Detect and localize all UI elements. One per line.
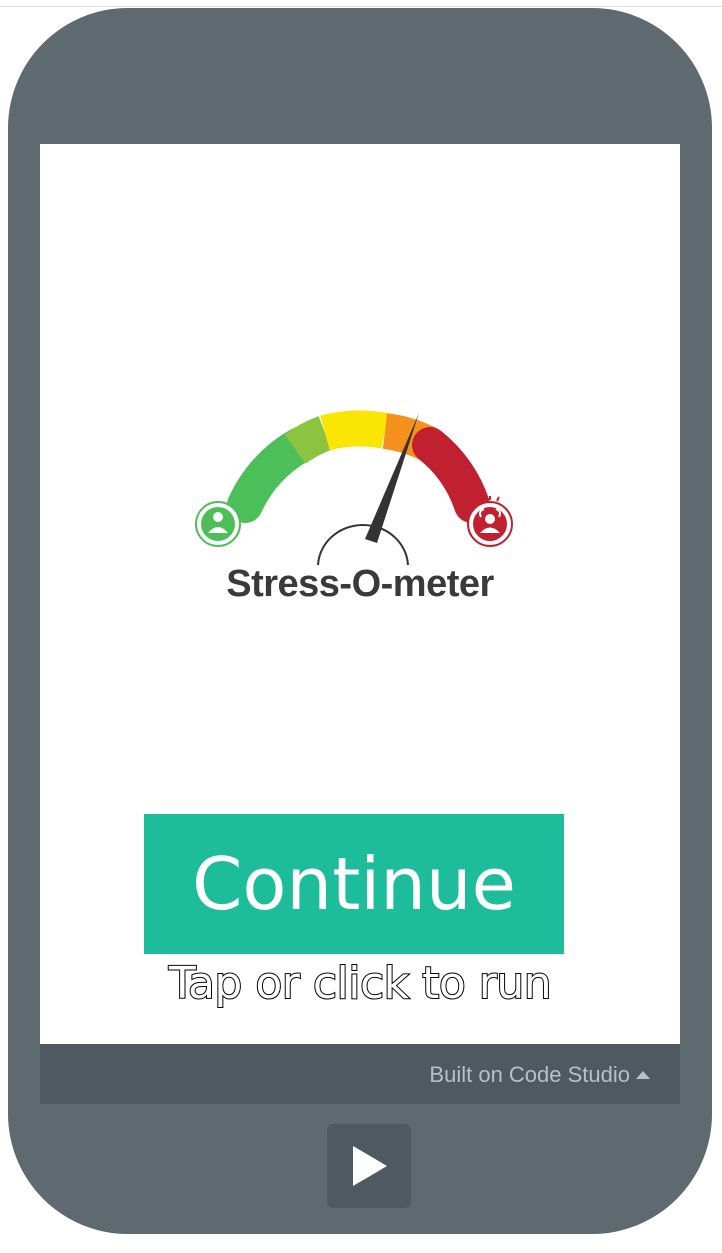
gauge-segment-yellow (320, 410, 389, 451)
calm-person-icon (195, 501, 241, 547)
top-divider (0, 6, 722, 7)
logo-text: Stress-O-meter (226, 563, 494, 605)
gauge-dial-base (317, 524, 409, 568)
gauge-segment-green (227, 427, 318, 523)
run-button[interactable] (327, 1124, 411, 1208)
built-on-label: Built on Code Studio (429, 1062, 630, 1087)
play-icon (353, 1146, 387, 1186)
gauge-segment-light-green (284, 416, 332, 464)
stress-o-meter-logo: Stress-O-meter (190, 405, 530, 620)
footer-bar: Built on Code Studio (40, 1044, 680, 1104)
gauge-graphic (195, 410, 513, 568)
gauge-segment-red (412, 427, 490, 523)
continue-button[interactable]: Continue (144, 814, 564, 954)
caret-up-icon (636, 1071, 650, 1079)
tap-to-run-hint: Tap or click to run (168, 957, 553, 1010)
built-on-code-studio-link[interactable]: Built on Code Studio (429, 1062, 650, 1088)
